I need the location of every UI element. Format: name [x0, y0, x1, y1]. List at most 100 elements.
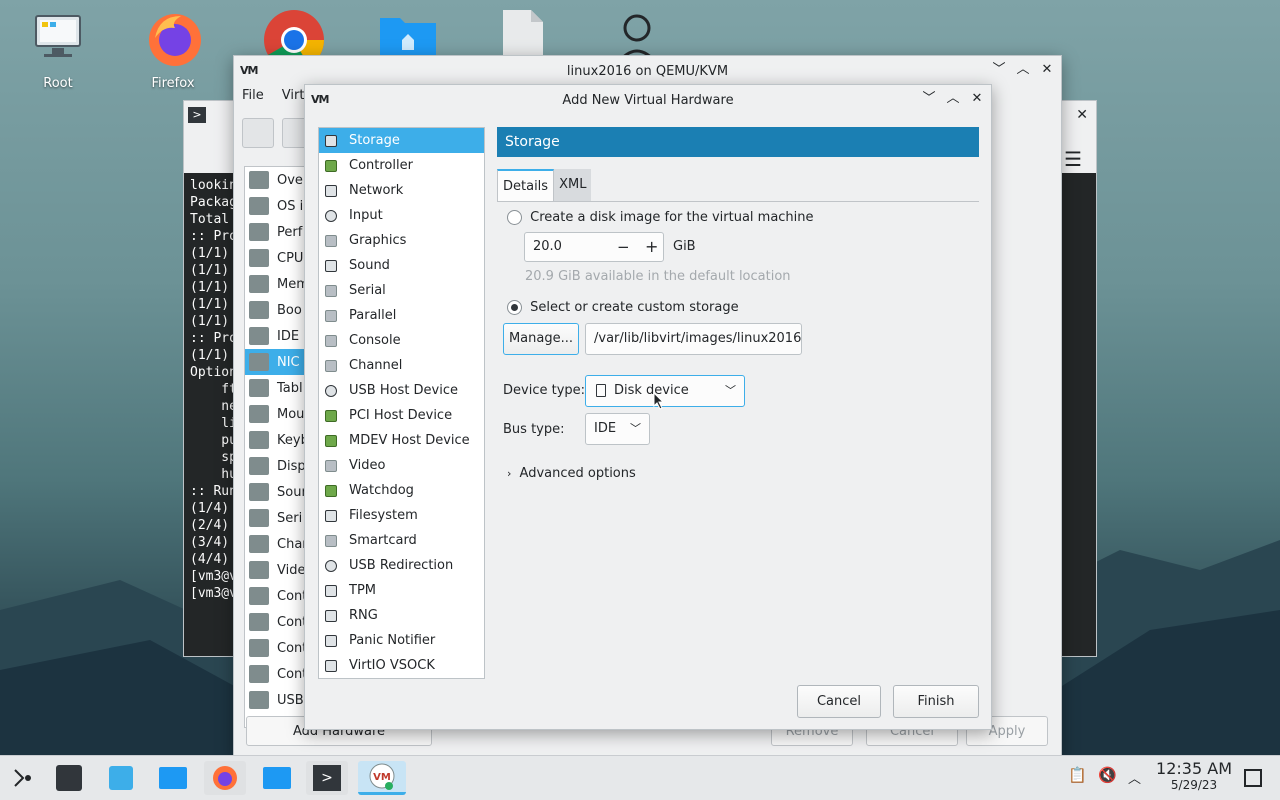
- hardware-list-item[interactable]: Cont: [245, 609, 305, 635]
- panel-header: Storage: [497, 127, 979, 157]
- increment-icon[interactable]: +: [645, 237, 658, 256]
- category-channel[interactable]: Channel: [319, 353, 484, 378]
- hardware-list-item[interactable]: Disp: [245, 453, 305, 479]
- hardware-list-item[interactable]: Soun: [245, 479, 305, 505]
- tab-xml[interactable]: XML: [554, 169, 592, 201]
- category-tpm[interactable]: TPM: [319, 578, 484, 603]
- hardware-list-item[interactable]: Seri: [245, 505, 305, 531]
- hardware-icon: [249, 691, 269, 709]
- decrement-icon[interactable]: −: [617, 238, 630, 256]
- hardware-list-item[interactable]: NIC: [245, 349, 305, 375]
- disk-size-spinbox[interactable]: 20.0 − +: [524, 232, 664, 262]
- taskbar-konsole[interactable]: >: [306, 761, 348, 795]
- hardware-list-item[interactable]: Perf: [245, 219, 305, 245]
- device-type-value: Disk device: [614, 383, 689, 398]
- hardware-list-item[interactable]: Ove: [245, 167, 305, 193]
- create-disk-option[interactable]: Create a disk image for the virtual mach…: [507, 210, 814, 225]
- hardware-list-item[interactable]: IDE: [245, 323, 305, 349]
- close-icon[interactable]: ✕: [1076, 107, 1088, 123]
- bus-type-select[interactable]: IDE ﹀: [585, 413, 650, 445]
- category-video[interactable]: Video: [319, 453, 484, 478]
- category-controller[interactable]: Controller: [319, 153, 484, 178]
- vm-hardware-list[interactable]: Ove OS in Perf CPU Mem Boo IDE NIC Tabl Mou Keyb Di…: [244, 166, 306, 728]
- desktop-icon-firefox[interactable]: Firefox: [128, 8, 218, 91]
- category-smartcard[interactable]: Smartcard: [319, 528, 484, 553]
- category-sound[interactable]: Sound: [319, 253, 484, 278]
- hardware-item-label: Keyb: [277, 432, 306, 448]
- category-parallel[interactable]: Parallel: [319, 303, 484, 328]
- category-input[interactable]: Input: [319, 203, 484, 228]
- category-label: Parallel: [349, 308, 397, 323]
- hardware-list-item[interactable]: Vide: [245, 557, 305, 583]
- hardware-list-item[interactable]: CPU: [245, 245, 305, 271]
- category-virtio-vsock[interactable]: VirtIO VSOCK: [319, 653, 484, 678]
- volume-muted-icon[interactable]: 🔇: [1098, 766, 1117, 784]
- console-view-button[interactable]: [242, 118, 274, 148]
- chevron-up-icon[interactable]: ︿: [1128, 768, 1141, 787]
- hardware-icon: [249, 249, 269, 267]
- hardware-list-item[interactable]: Cont: [245, 583, 305, 609]
- hardware-list-item[interactable]: Mou: [245, 401, 305, 427]
- minimize-icon[interactable]: ﹀: [921, 91, 937, 107]
- hardware-item-label: Vide: [277, 562, 306, 578]
- taskbar-files[interactable]: [152, 761, 194, 795]
- taskbar-firefox[interactable]: [204, 761, 246, 795]
- finish-button[interactable]: Finish: [893, 685, 979, 718]
- category-usb-redirection[interactable]: USB Redirection: [319, 553, 484, 578]
- add-hardware-dialog[interactable]: VM Add New Virtual Hardware ﹀ ︿ ✕ Storag…: [304, 84, 992, 730]
- show-desktop-icon[interactable]: [1244, 769, 1262, 787]
- close-icon[interactable]: ✕: [969, 91, 985, 107]
- storage-path-field[interactable]: /var/lib/libvirt/images/linux2016: [585, 323, 802, 355]
- desktop-icon-root[interactable]: Root: [13, 8, 103, 91]
- hardware-list-item[interactable]: Tabl: [245, 375, 305, 401]
- category-label: USB Host Device: [349, 383, 459, 398]
- menu-virtual-machine[interactable]: Virt: [282, 88, 305, 103]
- category-usb-host-device[interactable]: USB Host Device: [319, 378, 484, 403]
- clipboard-icon[interactable]: 📋: [1068, 766, 1087, 784]
- category-rng[interactable]: RNG: [319, 603, 484, 628]
- hardware-list-item[interactable]: Chan: [245, 531, 305, 557]
- create-disk-label: Create a disk image for the virtual mach…: [530, 210, 814, 225]
- category-pci-host-device[interactable]: PCI Host Device: [319, 403, 484, 428]
- category-panic-notifier[interactable]: Panic Notifier: [319, 628, 484, 653]
- taskbar-settings[interactable]: [48, 761, 90, 795]
- vm-window-titlebar[interactable]: VM linux2016 on QEMU/KVM ﹀ ︿ ✕: [234, 56, 1061, 86]
- menu-file[interactable]: File: [242, 88, 264, 103]
- hamburger-menu-icon[interactable]: ☰: [1064, 147, 1082, 171]
- manage-button[interactable]: Manage...: [503, 323, 579, 355]
- hardware-list-item[interactable]: USB: [245, 687, 305, 713]
- close-icon[interactable]: ✕: [1039, 62, 1055, 78]
- advanced-options-expander[interactable]: › Advanced options: [507, 466, 636, 481]
- create-disk-radio[interactable]: [507, 210, 522, 225]
- taskbar-virt-manager[interactable]: VM: [358, 761, 406, 795]
- maximize-icon[interactable]: ︿: [945, 91, 961, 107]
- taskbar-home-folder[interactable]: [256, 761, 298, 795]
- application-launcher-button[interactable]: [2, 761, 44, 795]
- category-filesystem[interactable]: Filesystem: [319, 503, 484, 528]
- clock[interactable]: 12:35 AM 5/29/23: [1156, 759, 1232, 792]
- hardware-list-item[interactable]: Mem: [245, 271, 305, 297]
- minimize-icon[interactable]: ﹀: [991, 62, 1007, 78]
- hardware-list-item[interactable]: Cont: [245, 635, 305, 661]
- hardware-list-item[interactable]: Keyb: [245, 427, 305, 453]
- chevron-down-icon: ﹀: [725, 384, 736, 397]
- dialog-titlebar[interactable]: VM Add New Virtual Hardware ﹀ ︿ ✕: [305, 85, 991, 115]
- cancel-button[interactable]: Cancel: [797, 685, 881, 718]
- tab-details[interactable]: Details: [497, 169, 555, 201]
- category-graphics[interactable]: Graphics: [319, 228, 484, 253]
- hardware-list-item[interactable]: Boo: [245, 297, 305, 323]
- category-serial[interactable]: Serial: [319, 278, 484, 303]
- custom-storage-radio[interactable]: [507, 300, 522, 315]
- hardware-category-list[interactable]: Storage Controller Network Input Graphics Sou…: [318, 127, 485, 679]
- maximize-icon[interactable]: ︿: [1015, 62, 1031, 78]
- category-watchdog[interactable]: Watchdog: [319, 478, 484, 503]
- device-type-select[interactable]: Disk device ﹀: [585, 375, 745, 407]
- hardware-list-item[interactable]: OS in: [245, 193, 305, 219]
- taskbar-discover[interactable]: [100, 761, 142, 795]
- category-storage[interactable]: Storage: [319, 128, 484, 153]
- hardware-list-item[interactable]: Cont: [245, 661, 305, 687]
- category-network[interactable]: Network: [319, 178, 484, 203]
- custom-storage-option[interactable]: Select or create custom storage: [507, 300, 739, 315]
- category-mdev-host-device[interactable]: MDEV Host Device: [319, 428, 484, 453]
- category-console[interactable]: Console: [319, 328, 484, 353]
